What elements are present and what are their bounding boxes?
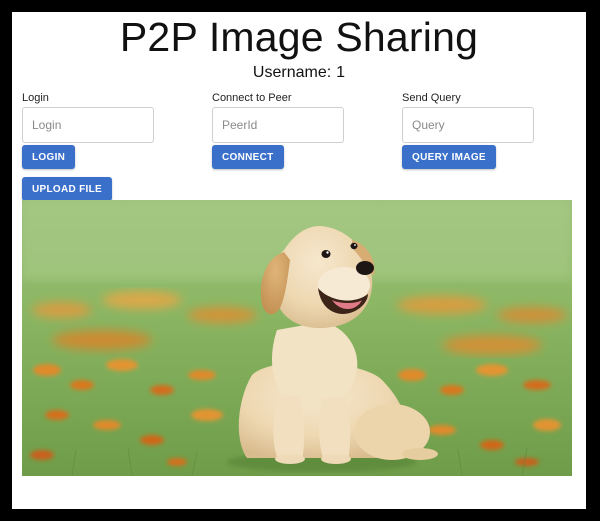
peer-id-input[interactable] (212, 107, 344, 143)
query-panel: Send Query QUERY IMAGE (402, 91, 562, 169)
connect-button[interactable]: CONNECT (212, 145, 284, 169)
username-display: Username: 1 (12, 64, 586, 82)
query-label: Send Query (402, 92, 461, 104)
login-panel: Login LOGIN (22, 91, 182, 169)
upload-file-button[interactable]: UPLOAD FILE (22, 177, 112, 201)
username-value: 1 (336, 64, 346, 81)
connect-label: Connect to Peer (212, 92, 292, 104)
login-input[interactable] (22, 107, 154, 143)
connect-panel: Connect to Peer CONNECT (212, 91, 372, 169)
login-button[interactable]: LOGIN (22, 145, 76, 169)
query-input[interactable] (402, 107, 534, 143)
puppy-image (22, 200, 572, 476)
app-title: P2P Image Sharing (119, 14, 479, 60)
query-image-button[interactable]: QUERY IMAGE (402, 145, 496, 169)
username-label: Username: (252, 64, 332, 81)
app-page: P2P Image Sharing Username: 1 Login LOGIN… (12, 12, 586, 509)
login-label: Login (22, 92, 49, 104)
